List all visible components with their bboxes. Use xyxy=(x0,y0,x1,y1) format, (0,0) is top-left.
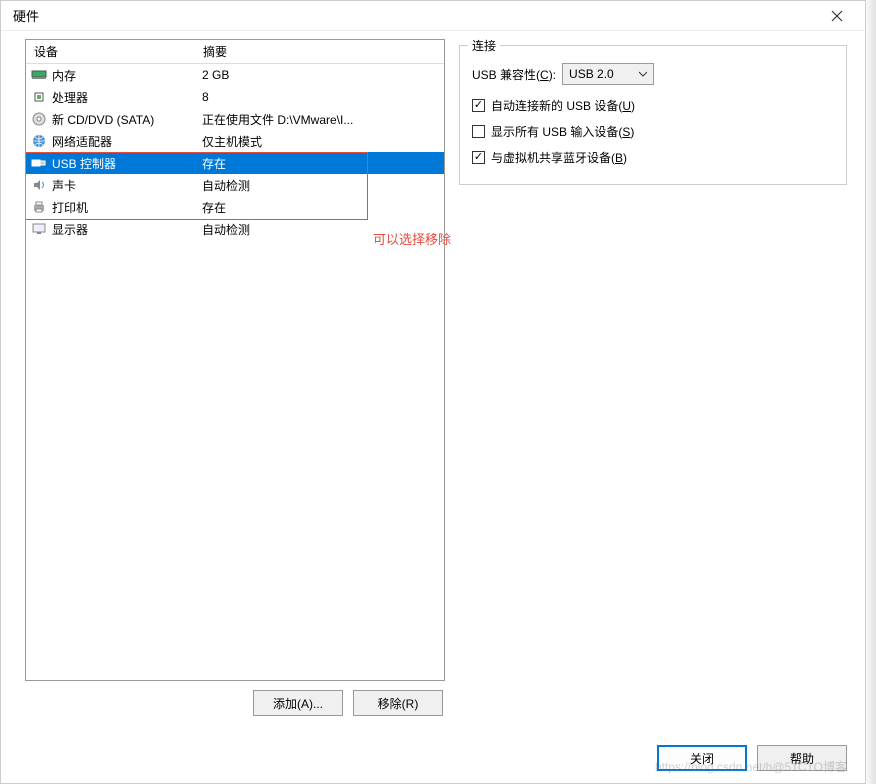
device-list[interactable]: 设备 摘要 内存2 GB处理器8新 CD/DVD (SATA)正在使用文件 D:… xyxy=(25,39,445,681)
device-summary: 仅主机模式 xyxy=(202,133,444,150)
left-column: 设备 摘要 内存2 GB处理器8新 CD/DVD (SATA)正在使用文件 D:… xyxy=(25,39,445,725)
add-button-label: 添加(A)... xyxy=(273,697,323,711)
close-button-label: 关闭 xyxy=(690,752,714,766)
hardware-dialog: 硬件 设备 摘要 内存2 GB处理器8新 CD/DVD (SATA)正在使用文件… xyxy=(0,0,866,784)
show-all-usb-checkbox[interactable] xyxy=(472,125,485,138)
list-header: 设备 摘要 xyxy=(26,40,444,64)
help-button-label: 帮助 xyxy=(790,752,814,766)
device-summary: 8 xyxy=(202,90,444,104)
show-all-usb-row: 显示所有 USB 输入设备(S) xyxy=(472,118,834,144)
remove-button[interactable]: 移除(R) xyxy=(353,690,443,716)
device-name: 声卡 xyxy=(52,177,202,194)
device-row[interactable]: 声卡自动检测 xyxy=(26,174,444,196)
close-button[interactable]: 关闭 xyxy=(657,745,747,771)
usb-compat-row: USB 兼容性(C): USB 2.0 xyxy=(472,60,834,88)
usb-icon xyxy=(30,155,48,171)
device-row[interactable]: 打印机存在 xyxy=(26,196,444,218)
connection-group-title: 连接 xyxy=(468,37,500,54)
window-shadow xyxy=(866,0,876,784)
content-area: 设备 摘要 内存2 GB处理器8新 CD/DVD (SATA)正在使用文件 D:… xyxy=(25,39,847,725)
device-summary: 存在 xyxy=(202,199,444,216)
share-bluetooth-row: 与虚拟机共享蓝牙设备(B) xyxy=(472,144,834,170)
device-name: 内存 xyxy=(52,67,202,84)
device-row[interactable]: 内存2 GB xyxy=(26,64,444,86)
close-icon xyxy=(831,10,843,22)
device-name: 打印机 xyxy=(52,199,202,216)
show-all-usb-label: 显示所有 USB 输入设备(S) xyxy=(491,123,634,140)
auto-connect-usb-row: 自动连接新的 USB 设备(U) xyxy=(472,92,834,118)
device-summary: 存在 xyxy=(202,155,444,172)
device-row[interactable]: 处理器8 xyxy=(26,86,444,108)
auto-connect-usb-label: 自动连接新的 USB 设备(U) xyxy=(491,97,635,114)
cd-icon xyxy=(30,111,48,127)
right-column: 连接 USB 兼容性(C): USB 2.0 自动连接新的 USB 设备(U) xyxy=(459,39,847,725)
device-name: 显示器 xyxy=(52,221,202,238)
device-buttons-row: 添加(A)... 移除(R) xyxy=(25,681,445,725)
auto-connect-usb-checkbox[interactable] xyxy=(472,99,485,112)
column-header-device[interactable]: 设备 xyxy=(26,43,201,60)
device-row[interactable]: USB 控制器存在 xyxy=(26,152,444,174)
dialog-footer: 关闭 帮助 xyxy=(657,745,847,771)
memory-icon xyxy=(30,67,48,83)
display-icon xyxy=(30,221,48,237)
add-button[interactable]: 添加(A)... xyxy=(253,690,343,716)
printer-icon xyxy=(30,199,48,215)
device-row[interactable]: 网络适配器仅主机模式 xyxy=(26,130,444,152)
remove-button-label: 移除(R) xyxy=(378,697,419,711)
network-icon xyxy=(30,133,48,149)
usb-compat-value: USB 2.0 xyxy=(569,67,614,81)
device-row[interactable]: 新 CD/DVD (SATA)正在使用文件 D:\VMware\I... xyxy=(26,108,444,130)
device-name: 网络适配器 xyxy=(52,133,202,150)
device-name: 新 CD/DVD (SATA) xyxy=(52,111,202,128)
column-header-summary[interactable]: 摘要 xyxy=(201,43,444,60)
window-close-button[interactable] xyxy=(817,2,857,30)
annotation-text: 可以选择移除 xyxy=(373,229,451,248)
share-bluetooth-checkbox[interactable] xyxy=(472,151,485,164)
share-bluetooth-label: 与虚拟机共享蓝牙设备(B) xyxy=(491,149,627,166)
titlebar: 硬件 xyxy=(1,1,865,31)
usb-compat-combobox[interactable]: USB 2.0 xyxy=(562,63,654,85)
device-name: USB 控制器 xyxy=(52,155,202,172)
usb-compat-label: USB 兼容性(C): xyxy=(472,66,556,83)
help-button[interactable]: 帮助 xyxy=(757,745,847,771)
device-name: 处理器 xyxy=(52,89,202,106)
chevron-down-icon xyxy=(639,67,647,81)
cpu-icon xyxy=(30,89,48,105)
device-summary: 2 GB xyxy=(202,68,444,82)
sound-icon xyxy=(30,177,48,193)
window-title: 硬件 xyxy=(9,6,817,25)
device-summary: 自动检测 xyxy=(202,177,444,194)
device-summary: 正在使用文件 D:\VMware\I... xyxy=(202,111,444,128)
connection-groupbox: 连接 USB 兼容性(C): USB 2.0 自动连接新的 USB 设备(U) xyxy=(459,45,847,185)
